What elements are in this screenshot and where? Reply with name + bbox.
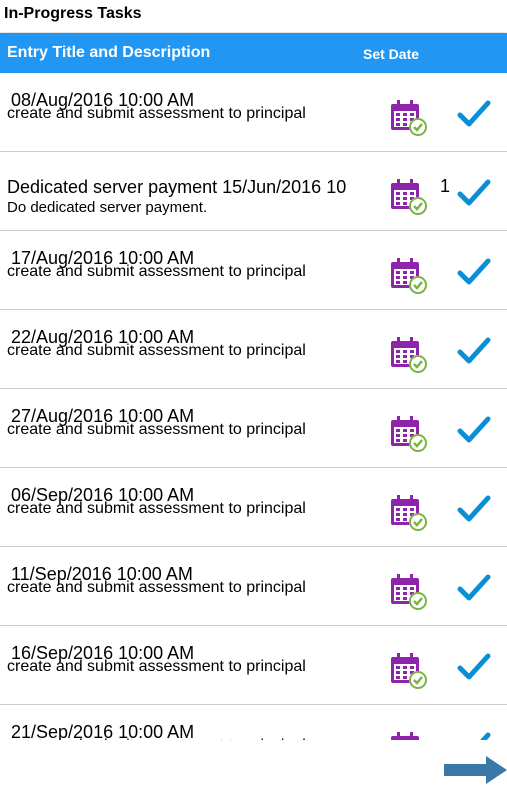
calendar-check-icon[interactable] — [388, 729, 428, 740]
task-row[interactable]: Dedicated server payment 15/Jun/2016 10 D… — [0, 152, 507, 231]
task-description: create and submit assessment to principa… — [7, 342, 306, 359]
calendar-check-icon[interactable] — [388, 255, 428, 295]
task-list[interactable]: 08/Aug/2016 10:00 AM create and submit as… — [0, 73, 507, 740]
checkmark-icon[interactable] — [457, 257, 491, 287]
task-row[interactable]: 22/Aug/2016 10:00 AM create and submit as… — [0, 310, 507, 389]
calendar-check-icon[interactable] — [388, 334, 428, 374]
calendar-check-icon[interactable] — [388, 176, 428, 216]
task-row[interactable]: 11/Sep/2016 10:00 AM create and submit as… — [0, 547, 507, 626]
table-header: Entry Title and Description Set Date — [0, 33, 507, 73]
task-title-overflow: 1 — [440, 176, 451, 196]
task-description: create and submit assessment to principa… — [7, 263, 306, 280]
checkmark-icon[interactable] — [457, 178, 491, 208]
checkmark-icon[interactable] — [457, 731, 491, 740]
checkmark-icon[interactable] — [457, 494, 491, 524]
task-row[interactable]: 06/Sep/2016 10:00 AM create and submit as… — [0, 468, 507, 547]
checkmark-icon[interactable] — [457, 573, 491, 603]
task-description: create and submit assessment to principa… — [7, 421, 306, 438]
header-title: Entry Title and Description — [7, 44, 211, 61]
task-title: Dedicated server payment 15/Jun/2016 10 — [7, 177, 347, 197]
task-row[interactable]: 21/Sep/2016 10:00 AMcreate and submit as… — [0, 705, 507, 740]
task-row[interactable]: 16/Sep/2016 10:00 AM create and submit as… — [0, 626, 507, 705]
calendar-check-icon[interactable] — [388, 97, 428, 137]
calendar-check-icon[interactable] — [388, 650, 428, 690]
task-description: create and submit assessment to principa… — [7, 736, 306, 740]
task-description: create and submit assessment to principa… — [7, 500, 306, 517]
task-description: create and submit assessment to principa… — [7, 105, 306, 122]
task-description: create and submit assessment to principa… — [7, 579, 306, 596]
calendar-check-icon[interactable] — [388, 413, 428, 453]
task-description: Do dedicated server payment. — [7, 199, 208, 216]
next-arrow-icon[interactable] — [444, 756, 507, 784]
checkmark-icon[interactable] — [457, 99, 491, 129]
header-set-date: Set Date — [363, 46, 420, 62]
title-bar: In-Progress Tasks — [0, 0, 507, 32]
task-row[interactable]: 08/Aug/2016 10:00 AM create and submit as… — [0, 73, 507, 152]
checkmark-icon[interactable] — [457, 652, 491, 682]
checkmark-icon[interactable] — [457, 336, 491, 366]
task-description: create and submit assessment to principa… — [7, 658, 306, 675]
task-row[interactable]: 27/Aug/2016 10:00 AM create and submit as… — [0, 389, 507, 468]
task-row[interactable]: 17/Aug/2016 10:00 AM create and submit as… — [0, 231, 507, 310]
calendar-check-icon[interactable] — [388, 571, 428, 611]
checkmark-icon[interactable] — [457, 415, 491, 445]
page-title: In-Progress Tasks — [4, 5, 142, 22]
calendar-check-icon[interactable] — [388, 492, 428, 532]
